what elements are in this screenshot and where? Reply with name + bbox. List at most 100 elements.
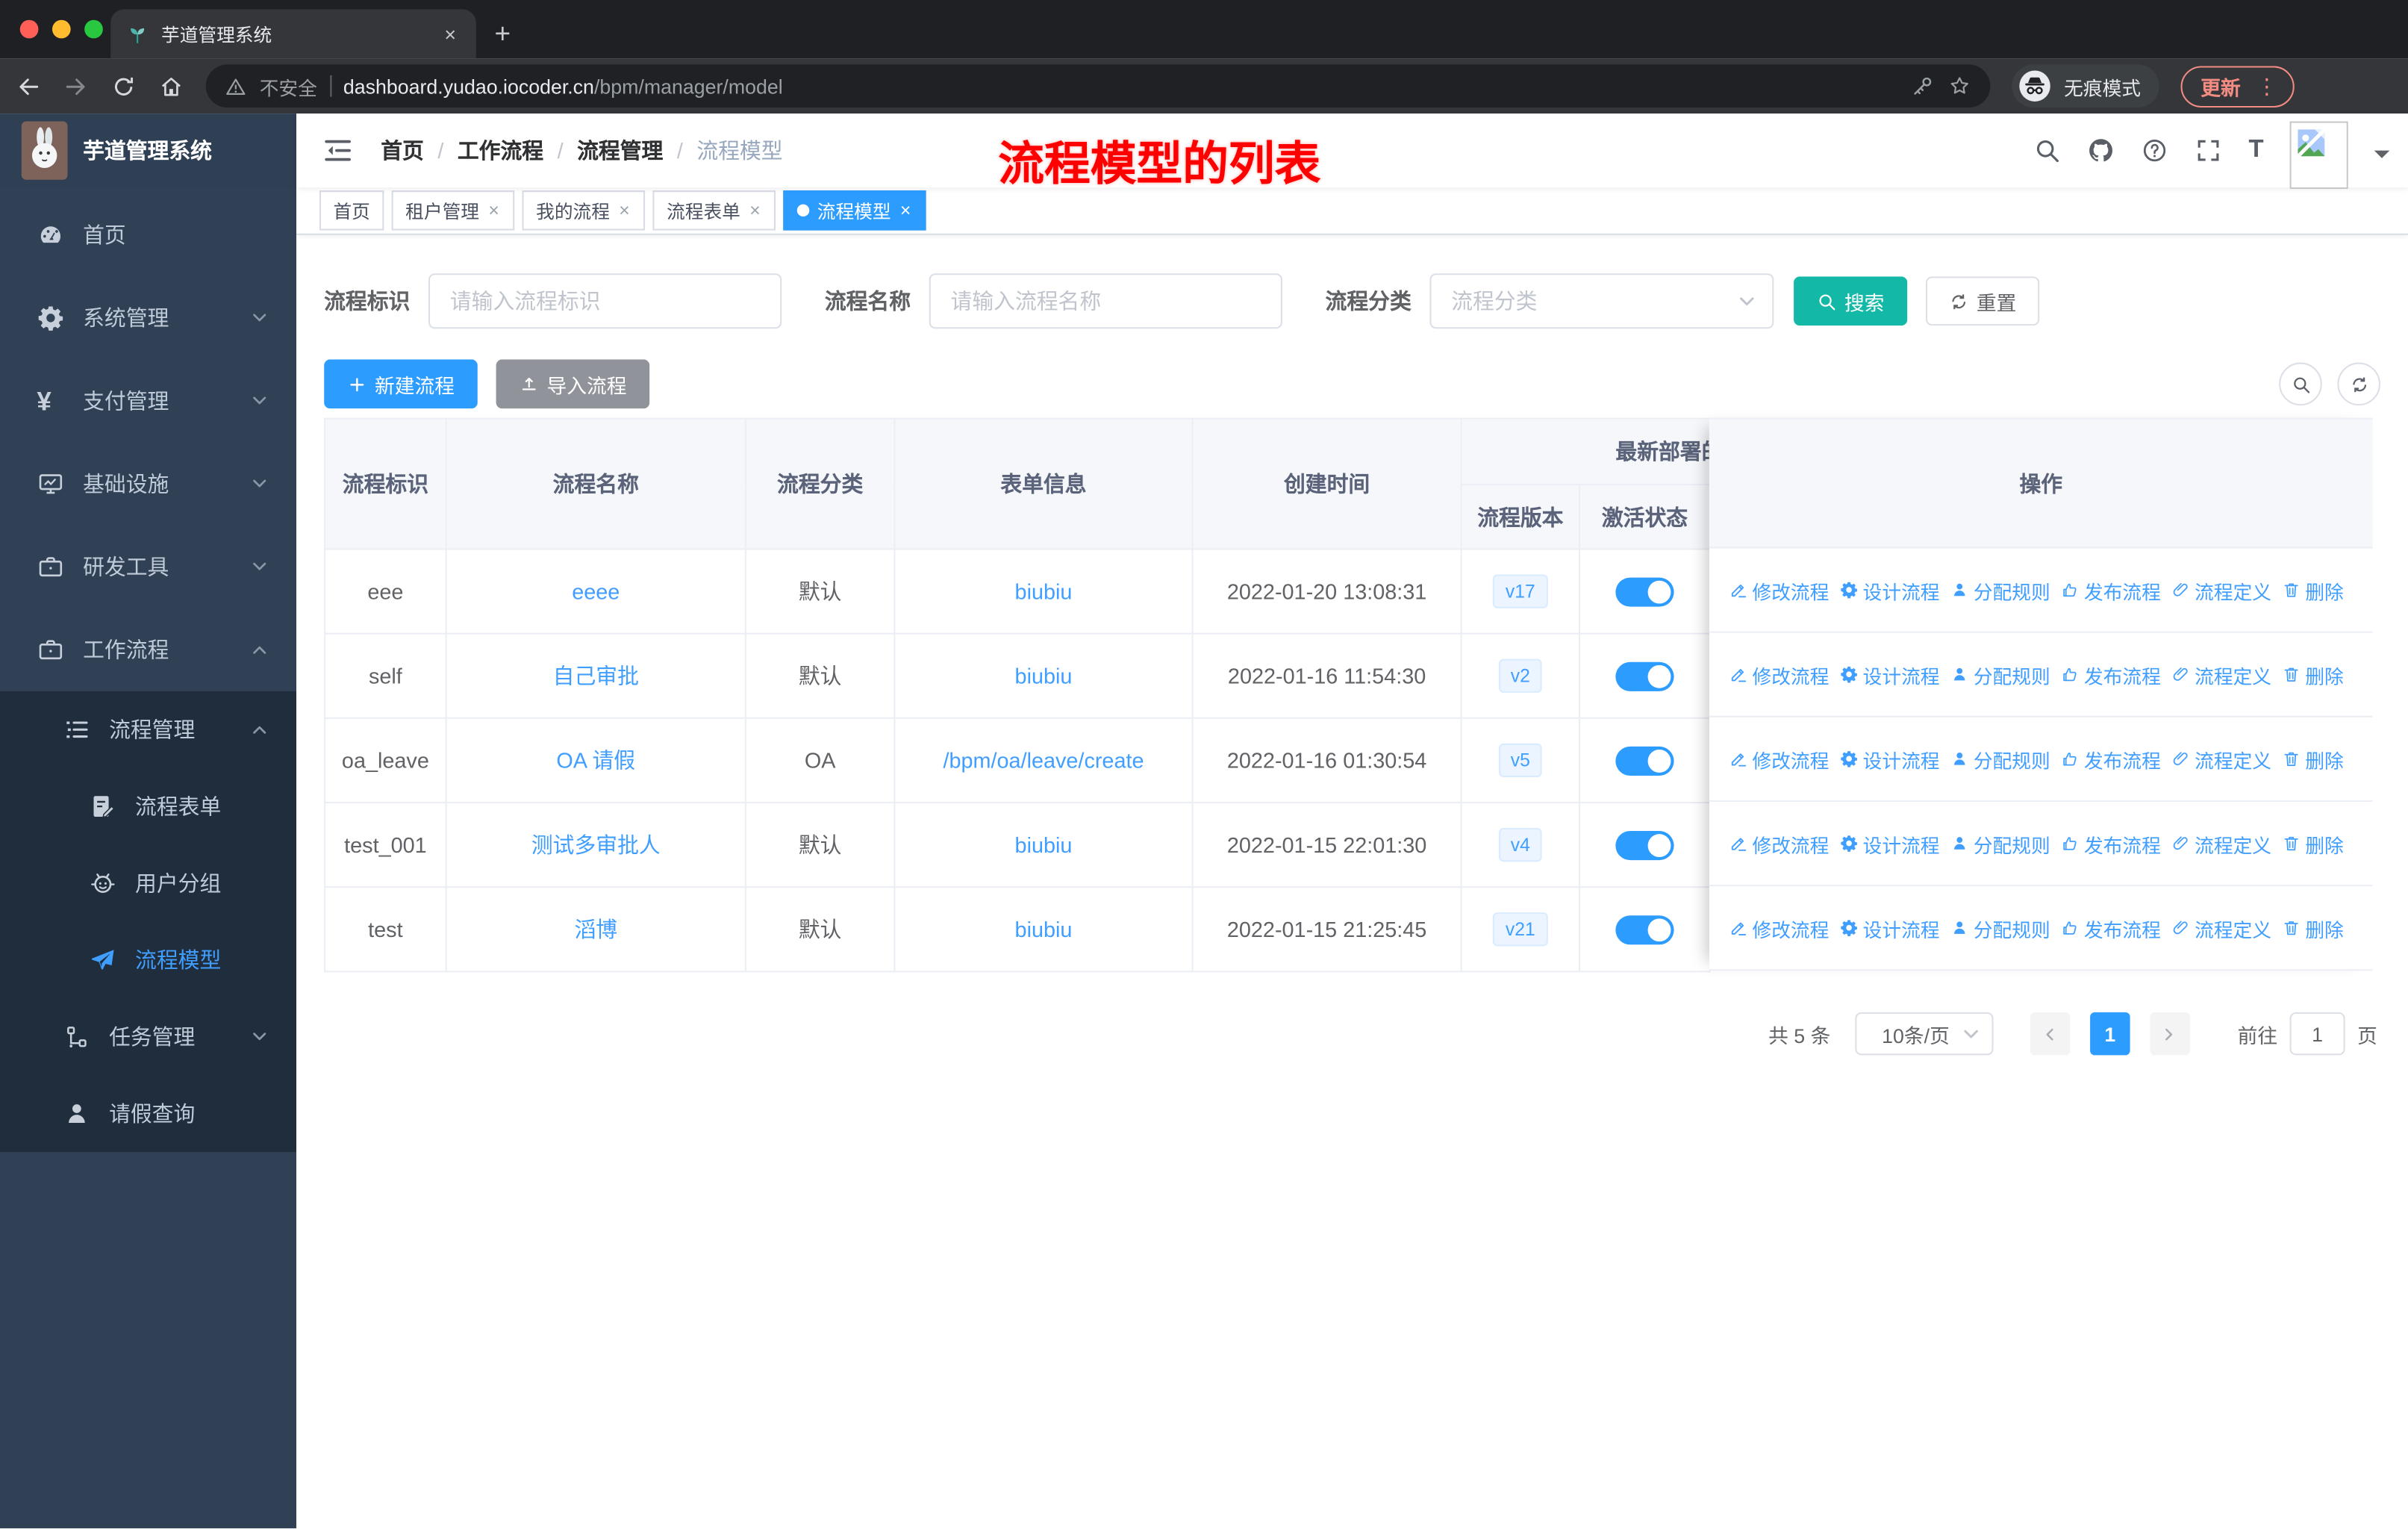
active-toggle[interactable]	[1615, 661, 1674, 691]
delete-process-link[interactable]: 删除	[2282, 829, 2344, 858]
tag-close-icon[interactable]: ×	[617, 199, 631, 221]
tag-process-model-active[interactable]: 流程模型 ×	[783, 190, 926, 231]
process-definition-link[interactable]: 流程定义	[2171, 744, 2271, 773]
user-avatar[interactable]	[2289, 121, 2348, 190]
browser-update-button[interactable]: 更新 ⋮	[2180, 65, 2295, 107]
edit-process-link[interactable]: 修改流程	[1729, 575, 1829, 604]
form-info-link[interactable]: /bpm/oa/leave/create	[943, 748, 1144, 773]
form-info-link[interactable]: biubiu	[1015, 917, 1073, 941]
sidebar-item-user-group[interactable]: 用户分组	[0, 845, 296, 922]
reload-button[interactable]	[110, 73, 137, 99]
reset-button[interactable]: 重置	[1926, 276, 2040, 326]
active-toggle[interactable]	[1615, 915, 1674, 944]
publish-process-link[interactable]: 发布流程	[2061, 660, 2161, 689]
model-name-link[interactable]: eeee	[572, 579, 620, 604]
version-tag[interactable]: v4	[1498, 827, 1543, 862]
avatar-caret-down-icon[interactable]	[2374, 150, 2390, 166]
sidebar-item-workflow[interactable]: 工作流程	[0, 608, 296, 691]
sidebar-item-payment[interactable]: ¥ 支付管理	[0, 359, 296, 442]
sidebar-item-home[interactable]: 首页	[0, 193, 296, 276]
tag-process-form[interactable]: 流程表单 ×	[652, 190, 776, 231]
model-name-link[interactable]: 滔博	[574, 917, 617, 941]
tag-close-icon[interactable]: ×	[748, 199, 762, 221]
version-tag[interactable]: v17	[1493, 574, 1548, 608]
back-button[interactable]	[16, 73, 42, 99]
home-button[interactable]	[158, 73, 184, 99]
design-process-link[interactable]: 设计流程	[1840, 744, 1940, 773]
process-id-input[interactable]	[428, 273, 782, 329]
process-definition-link[interactable]: 流程定义	[2171, 913, 2271, 942]
edit-process-link[interactable]: 修改流程	[1729, 913, 1829, 942]
create-process-button[interactable]: 新建流程	[324, 359, 478, 409]
assign-rule-link[interactable]: 分配规则	[1950, 660, 2050, 689]
form-info-link[interactable]: biubiu	[1015, 664, 1073, 688]
forward-button[interactable]	[63, 73, 89, 99]
design-process-link[interactable]: 设计流程	[1840, 575, 1940, 604]
sidebar-item-devtools[interactable]: 研发工具	[0, 526, 296, 608]
prev-page-button[interactable]	[2030, 1012, 2071, 1056]
sidebar-item-infra[interactable]: 基础设施	[0, 443, 296, 526]
process-name-input[interactable]	[929, 273, 1282, 329]
form-info-link[interactable]: biubiu	[1015, 832, 1073, 857]
edit-process-link[interactable]: 修改流程	[1729, 744, 1829, 773]
page-number-1[interactable]: 1	[2090, 1012, 2130, 1056]
fullscreen-icon[interactable]	[2195, 137, 2222, 164]
breadcrumb-workflow[interactable]: 工作流程	[458, 135, 543, 166]
edit-process-link[interactable]: 修改流程	[1729, 660, 1829, 689]
active-toggle[interactable]	[1615, 830, 1674, 860]
browser-tab[interactable]: 芋道管理系统 ×	[110, 9, 476, 59]
version-tag[interactable]: v5	[1498, 743, 1543, 778]
delete-process-link[interactable]: 删除	[2282, 575, 2344, 604]
search-button[interactable]: 搜索	[1794, 276, 1908, 326]
tag-home[interactable]: 首页	[319, 190, 384, 231]
key-icon[interactable]	[1910, 74, 1935, 99]
version-tag[interactable]: v21	[1493, 912, 1548, 947]
active-toggle[interactable]	[1615, 576, 1674, 606]
bookmark-star-icon[interactable]	[1947, 74, 1972, 99]
assign-rule-link[interactable]: 分配规则	[1950, 744, 2050, 773]
delete-process-link[interactable]: 删除	[2282, 913, 2344, 942]
sidebar-item-process-form[interactable]: 流程表单	[0, 768, 296, 845]
sidebar-item-task-management[interactable]: 任务管理	[0, 998, 296, 1075]
sidebar-item-leave-query[interactable]: 请假查询	[0, 1075, 296, 1152]
sidebar-item-process-model[interactable]: 流程模型	[0, 921, 296, 998]
new-tab-button[interactable]: +	[494, 9, 511, 58]
page-size-select[interactable]: 10条/页	[1855, 1012, 1994, 1056]
model-name-link[interactable]: 测试多审批人	[531, 832, 661, 857]
refresh-table-button[interactable]	[2337, 362, 2380, 406]
publish-process-link[interactable]: 发布流程	[2061, 575, 2161, 604]
publish-process-link[interactable]: 发布流程	[2061, 913, 2161, 942]
tag-my-process[interactable]: 我的流程 ×	[522, 190, 646, 231]
breadcrumb-home[interactable]: 首页	[381, 135, 424, 166]
font-size-icon[interactable]: T	[2248, 137, 2263, 163]
design-process-link[interactable]: 设计流程	[1840, 913, 1940, 942]
version-tag[interactable]: v2	[1498, 658, 1543, 693]
assign-rule-link[interactable]: 分配规则	[1950, 913, 2050, 942]
process-definition-link[interactable]: 流程定义	[2171, 660, 2271, 689]
next-page-button[interactable]	[2150, 1012, 2190, 1056]
browser-menu-icon[interactable]: ⋮	[2256, 73, 2277, 99]
assign-rule-link[interactable]: 分配规则	[1950, 829, 2050, 858]
address-bar[interactable]: 不安全 dashboard.yudao.iocoder.cn/bpm/manag…	[205, 64, 1991, 108]
tag-close-icon[interactable]: ×	[487, 199, 501, 221]
window-close-button[interactable]	[19, 19, 39, 39]
assign-rule-link[interactable]: 分配规则	[1950, 575, 2050, 604]
window-zoom-button[interactable]	[84, 19, 103, 39]
process-category-select[interactable]: 流程分类	[1429, 273, 1774, 329]
breadcrumb-process-management[interactable]: 流程管理	[577, 135, 663, 166]
sidebar-item-system[interactable]: 系统管理	[0, 276, 296, 359]
edit-process-link[interactable]: 修改流程	[1729, 829, 1829, 858]
import-process-button[interactable]: 导入流程	[496, 359, 650, 409]
toggle-search-button[interactable]	[2279, 362, 2322, 406]
goto-page-input[interactable]	[2289, 1012, 2345, 1056]
help-icon[interactable]	[2141, 137, 2168, 164]
tab-close-icon[interactable]: ×	[440, 22, 461, 46]
tag-tenant-management[interactable]: 租户管理 ×	[391, 190, 515, 231]
form-info-link[interactable]: biubiu	[1015, 579, 1073, 604]
active-toggle[interactable]	[1615, 745, 1674, 775]
sidebar-item-process-management[interactable]: 流程管理	[0, 691, 296, 768]
design-process-link[interactable]: 设计流程	[1840, 660, 1940, 689]
model-name-link[interactable]: OA 请假	[556, 748, 635, 773]
search-icon[interactable]	[2033, 137, 2061, 164]
process-definition-link[interactable]: 流程定义	[2171, 829, 2271, 858]
